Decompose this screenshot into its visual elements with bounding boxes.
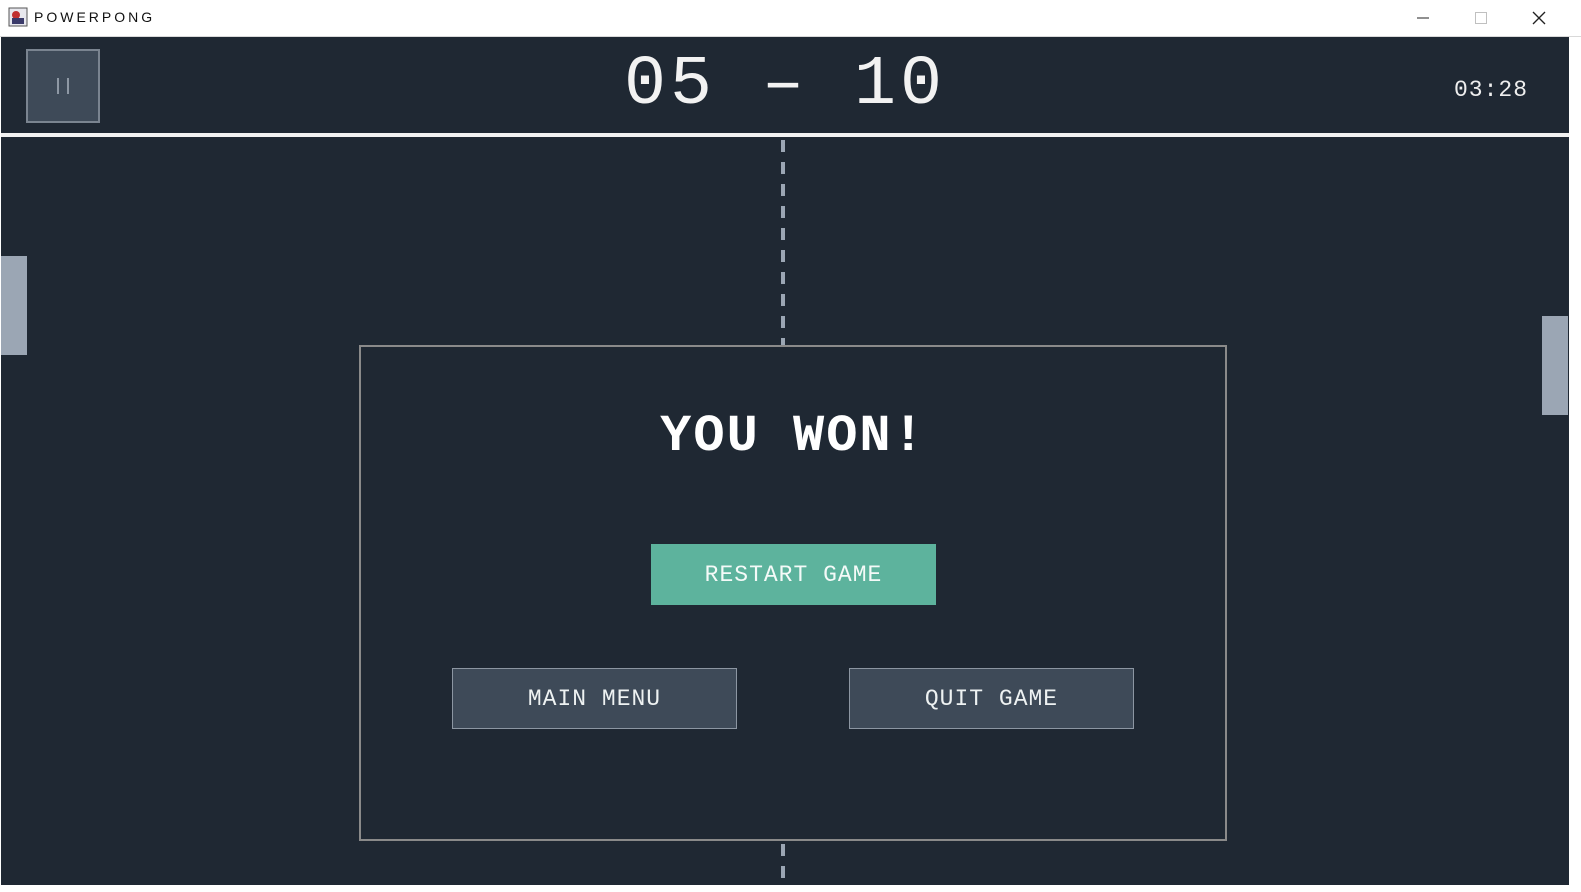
maximize-icon [1475, 12, 1487, 24]
restart-game-button[interactable]: RESTART GAME [651, 544, 936, 605]
game-over-dialog: YOU WON! RESTART GAME MAIN MENU QUIT GAM… [359, 345, 1227, 841]
app-icon [8, 7, 28, 27]
result-title: YOU WON! [660, 407, 926, 466]
game-canvas[interactable]: 05 – 10 03:28 YOU WON! RESTART GAME MAIN… [1, 37, 1569, 885]
right-paddle [1542, 316, 1568, 415]
left-paddle [1, 256, 27, 355]
game-timer: 03:28 [1453, 77, 1528, 103]
minimize-button[interactable] [1394, 0, 1452, 36]
score-display: 05 – 10 [623, 46, 947, 125]
quit-game-button[interactable]: QUIT GAME [849, 668, 1134, 729]
main-menu-button[interactable]: MAIN MENU [452, 668, 737, 729]
scoreboard: 05 – 10 03:28 [1, 37, 1569, 134]
title-bar: POWERPONG [0, 0, 1581, 37]
close-icon [1532, 11, 1546, 25]
maximize-button[interactable] [1452, 0, 1510, 36]
hud-divider [1, 133, 1569, 137]
close-button[interactable] [1510, 0, 1568, 36]
minimize-icon [1417, 17, 1429, 19]
window-title: POWERPONG [34, 9, 156, 25]
